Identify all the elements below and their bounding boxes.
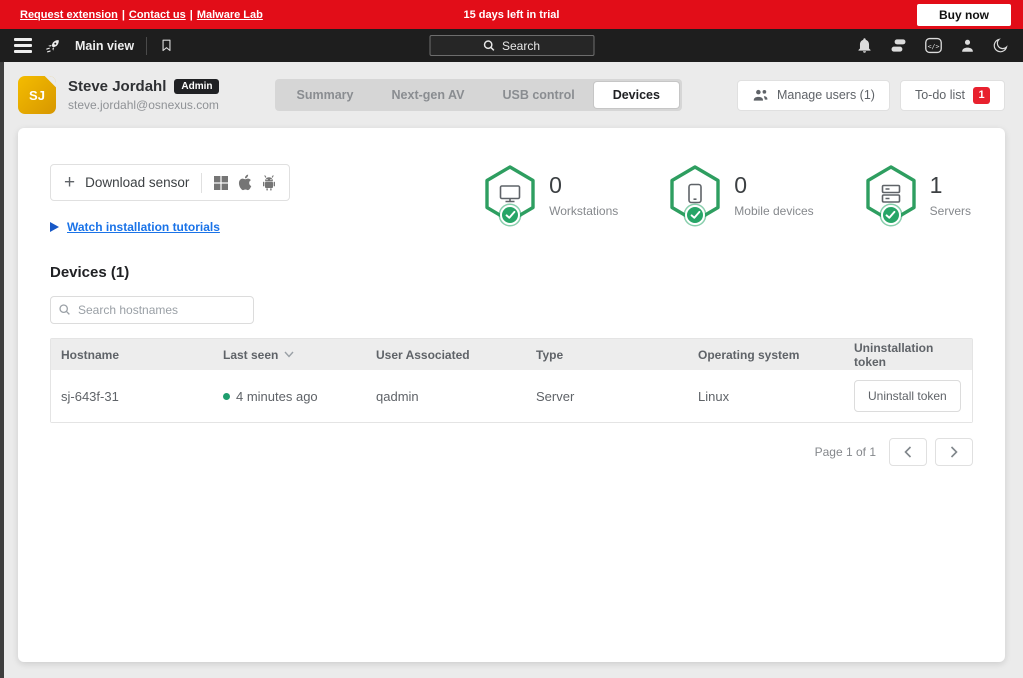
users-icon [752, 88, 769, 102]
next-page-button[interactable] [935, 438, 973, 466]
mobile-devices-count: 0 [734, 172, 813, 199]
table-header-row: Hostname Last seen User Associated Type … [51, 339, 972, 370]
divider [201, 173, 202, 193]
col-hostname[interactable]: Hostname [51, 348, 213, 362]
search-hostnames-input[interactable] [50, 296, 254, 324]
stat-servers: 1 Servers [864, 164, 971, 226]
download-sensor-button[interactable]: + Download sensor [50, 164, 290, 201]
sort-chevron-down-icon [284, 351, 294, 358]
account-person-icon[interactable] [959, 37, 976, 54]
messages-stack-icon[interactable] [889, 37, 908, 54]
device-stats: 0 Workstations [483, 164, 973, 226]
online-status-dot [223, 393, 230, 400]
code-console-icon[interactable]: </> [924, 37, 943, 54]
mobile-devices-label: Mobile devices [734, 204, 813, 218]
watch-tutorials-link[interactable]: Watch installation tutorials [67, 220, 220, 234]
tab-next-gen-av[interactable]: Next-gen AV [373, 82, 484, 108]
check-badge-icon [500, 205, 520, 225]
col-last-seen[interactable]: Last seen [213, 348, 366, 362]
global-search-label: Search [502, 39, 540, 53]
stat-workstations: 0 Workstations [483, 164, 618, 226]
devices-table: Hostname Last seen User Associated Type … [50, 338, 973, 423]
pin-icon[interactable] [44, 36, 63, 55]
cell-last-seen: 4 minutes ago [213, 389, 366, 404]
workstations-label: Workstations [549, 204, 618, 218]
avatar[interactable]: SJ [18, 76, 56, 114]
buy-now-button[interactable]: Buy now [917, 4, 1011, 26]
chevron-right-icon [950, 446, 958, 458]
col-operating-system[interactable]: Operating system [688, 348, 844, 362]
svg-text:</>: </> [928, 42, 940, 50]
link-separator: | [190, 9, 193, 21]
cell-hostname: sj-643f-31 [51, 389, 213, 404]
todo-count-badge: 1 [973, 87, 990, 104]
servers-label: Servers [930, 204, 971, 218]
menu-icon[interactable] [14, 35, 32, 56]
avatar-initials: SJ [29, 88, 45, 103]
trial-links: Request extension | Contact us | Malware… [20, 9, 263, 21]
user-name: Steve Jordahl [68, 78, 166, 95]
link-separator: | [122, 9, 125, 21]
play-icon [50, 222, 59, 232]
top-navbar: Main view Search </> [0, 29, 1023, 62]
manage-users-button[interactable]: Manage users (1) [737, 80, 890, 111]
apple-icon [238, 174, 252, 191]
account-header: SJ Steve Jordahl Admin steve.jordahl@osn… [0, 62, 1023, 128]
watch-tutorials-link-row: Watch installation tutorials [50, 220, 290, 234]
devices-panel: + Download sensor [18, 128, 1005, 662]
check-badge-icon [881, 205, 901, 225]
plus-icon: + [64, 173, 75, 192]
cell-type: Server [526, 389, 688, 404]
section-tabs: Summary Next-gen AV USB control Devices [275, 79, 682, 111]
windows-icon [214, 176, 228, 190]
malware-lab-link[interactable]: Malware Lab [197, 9, 263, 21]
col-uninstallation-token[interactable]: Uninstallation token [844, 341, 972, 369]
workstations-count: 0 [549, 172, 618, 199]
main-view-label[interactable]: Main view [75, 39, 134, 53]
tab-usb-control[interactable]: USB control [483, 82, 593, 108]
workspace: SJ Steve Jordahl Admin steve.jordahl@osn… [0, 62, 1023, 678]
servers-count: 1 [930, 172, 971, 199]
user-email: steve.jordahl@osnexus.com [68, 98, 219, 112]
global-search-input[interactable]: Search [429, 35, 594, 56]
pagination: Page 1 of 1 [50, 438, 973, 466]
divider [146, 37, 147, 55]
search-icon [483, 39, 496, 52]
request-extension-link[interactable]: Request extension [20, 9, 118, 21]
todo-list-button[interactable]: To-do list 1 [900, 80, 1005, 111]
table-row: sj-643f-31 4 minutes ago qadmin Server L… [51, 370, 972, 422]
col-user-associated[interactable]: User Associated [366, 348, 526, 362]
col-type[interactable]: Type [526, 348, 688, 362]
notifications-bell-icon[interactable] [856, 37, 873, 54]
tab-devices[interactable]: Devices [594, 82, 679, 108]
contact-us-link[interactable]: Contact us [129, 9, 186, 21]
check-badge-icon [685, 205, 705, 225]
page-indicator: Page 1 of 1 [815, 445, 876, 459]
android-icon [262, 175, 276, 191]
uninstall-token-button[interactable]: Uninstall token [854, 380, 961, 412]
search-icon [58, 303, 71, 316]
prev-page-button[interactable] [889, 438, 927, 466]
bookmark-icon[interactable] [159, 38, 174, 53]
cell-user: qadmin [366, 389, 526, 404]
tab-summary[interactable]: Summary [278, 82, 373, 108]
stat-mobile-devices: 0 Mobile devices [668, 164, 813, 226]
dark-mode-moon-icon[interactable] [992, 37, 1009, 54]
chevron-left-icon [904, 446, 912, 458]
devices-heading: Devices (1) [50, 264, 973, 281]
trial-banner: Request extension | Contact us | Malware… [0, 0, 1023, 29]
cell-os: Linux [688, 389, 844, 404]
role-badge: Admin [174, 79, 219, 94]
